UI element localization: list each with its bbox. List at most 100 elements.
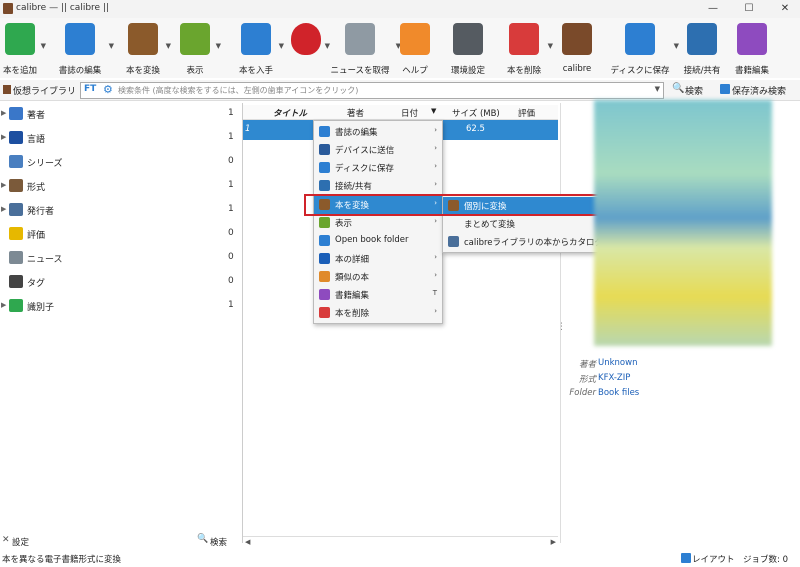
edit-book-icon: [737, 23, 767, 55]
tag-search-icon: 🔍: [197, 534, 209, 544]
toolbar-label: 本を削除: [506, 66, 541, 76]
column-rating[interactable]: 評価: [518, 107, 535, 119]
menu-item-label: Open book folder: [335, 235, 409, 245]
detail-value[interactable]: Unknown: [598, 358, 637, 368]
toolbar-button-0[interactable]: 本を追加 ▼: [0, 20, 46, 76]
toolbar-label: 接続/共有: [683, 66, 721, 76]
bottom-bar: ✕ 設定 🔍 検索 本を異なる電子書籍形式に変換 レイアウト ジョブ数: 0: [0, 532, 800, 567]
menu-item[interactable]: 本を削除 ›: [314, 304, 442, 322]
submenu-arrow: ›: [434, 126, 437, 134]
tag-category[interactable]: 評価 0: [0, 224, 240, 246]
search-history-icon[interactable]: FT: [84, 84, 96, 94]
tag-category-count: 0: [228, 252, 234, 262]
expand-arrow-icon[interactable]: ▶: [1, 133, 6, 141]
chevron-down-icon[interactable]: ▼: [216, 42, 221, 50]
menu-item-icon: [319, 126, 330, 137]
chevron-down-icon[interactable]: ▼: [41, 42, 46, 50]
menu-item[interactable]: 表示 ›: [314, 214, 442, 232]
chevron-down-icon[interactable]: ▼: [548, 42, 553, 50]
expand-arrow-icon[interactable]: ▶: [1, 181, 6, 189]
column-author[interactable]: 著者: [347, 107, 364, 119]
tag-category-icon: [9, 131, 23, 144]
menu-item[interactable]: デバイスに送信 ›: [314, 141, 442, 159]
menu-item-icon: [319, 271, 330, 282]
toolbar-button-8[interactable]: 環境設定: [443, 20, 493, 76]
toolbar-button-3[interactable]: 表示 ▼: [175, 20, 221, 76]
expand-arrow-icon[interactable]: ▶: [1, 301, 6, 309]
menu-item[interactable]: Open book folder: [314, 232, 442, 250]
tag-category[interactable]: ▶ 形式 1: [0, 176, 240, 198]
toolbar-button-1[interactable]: 書誌の編集 ▼: [52, 20, 114, 76]
minimize-button[interactable]: —: [698, 1, 728, 17]
maximize-button[interactable]: ☐: [734, 1, 764, 17]
detail-row: 著者 Unknown: [552, 357, 792, 371]
tag-category-count: 1: [228, 108, 234, 118]
gear-icon[interactable]: ⚙: [103, 83, 113, 96]
virtual-library-button[interactable]: 仮想ライブラリ: [13, 84, 76, 97]
toolbar-label: 書誌の編集: [58, 66, 102, 76]
toolbar-button-5[interactable]: ▼: [288, 20, 330, 76]
toolbar-button-13[interactable]: 書籍編集: [728, 20, 776, 76]
book-cover[interactable]: [594, 100, 772, 346]
tag-search-button[interactable]: 検索: [210, 536, 227, 548]
detail-row: Folder Book files: [552, 387, 792, 401]
layout-button[interactable]: レイアウト: [692, 553, 735, 565]
menu-item-label: 表示: [335, 219, 353, 229]
detail-key: Folder: [569, 388, 596, 398]
search-input[interactable]: FT ⚙ 検索条件 (高度な検索をするには、左側の歯車アイコンをクリック) ▼: [80, 82, 664, 99]
lifebuoy-icon: [400, 23, 430, 55]
menu-item[interactable]: ディスクに保存 ›: [314, 159, 442, 177]
tag-category[interactable]: ニュース 0: [0, 248, 240, 270]
menu-item[interactable]: 接続/共有 ›: [314, 177, 442, 195]
close-button[interactable]: ✕: [770, 1, 800, 17]
menu-item[interactable]: 書籍編集 T: [314, 286, 442, 304]
tag-category[interactable]: ▶ 著者 1: [0, 104, 240, 126]
chevron-down-icon[interactable]: ▼: [166, 42, 171, 50]
submenu-arrow: ›: [434, 307, 437, 315]
toolbar-button-7[interactable]: ヘルプ: [395, 20, 435, 76]
search-dropdown-icon[interactable]: ▼: [655, 85, 660, 93]
toolbar-button-4[interactable]: 本を入手 ▼: [234, 20, 284, 76]
detail-value[interactable]: Book files: [598, 388, 639, 398]
row-size: 62.5: [466, 124, 485, 134]
saved-search-button[interactable]: 保存済み検索: [732, 84, 786, 97]
tag-category-icon: [9, 179, 23, 192]
settings-icon: ✕: [2, 535, 10, 545]
toolbar-button-6[interactable]: ニュースを取得 ▼: [325, 20, 401, 76]
tag-category[interactable]: ▶ 言語 1: [0, 128, 240, 150]
tag-category-count: 0: [228, 228, 234, 238]
menu-item-icon: [319, 235, 330, 246]
toolbar-button-12[interactable]: 接続/共有: [676, 20, 728, 76]
tag-category-icon: [9, 275, 23, 288]
toolbar-button-2[interactable]: 本を変換 ▼: [121, 20, 171, 76]
tag-category[interactable]: ▶ 識別子 1: [0, 296, 240, 318]
tag-category-icon: [9, 227, 23, 240]
chevron-down-icon[interactable]: ▼: [279, 42, 284, 50]
submenu-arrow: ›: [434, 144, 437, 152]
tag-category[interactable]: シリーズ 0: [0, 152, 240, 174]
detail-value[interactable]: KFX-ZIP: [598, 373, 630, 383]
column-title[interactable]: タイトル: [273, 107, 307, 119]
search-icon: 🔍: [672, 83, 685, 94]
search-button[interactable]: 検索: [685, 84, 703, 97]
menu-item[interactable]: 書誌の編集 ›: [314, 123, 442, 141]
column-size[interactable]: サイズ (MB): [452, 107, 500, 119]
tag-category[interactable]: ▶ 発行者 1: [0, 200, 240, 222]
tag-category[interactable]: タグ 0: [0, 272, 240, 294]
tag-category-count: 1: [228, 300, 234, 310]
menu-item[interactable]: 本の詳細 ›: [314, 250, 442, 268]
expand-arrow-icon[interactable]: ▶: [1, 109, 6, 117]
tag-category-count: 1: [228, 204, 234, 214]
toolbar-label: calibre: [562, 64, 592, 74]
tag-category-name: 識別子: [27, 303, 55, 313]
jobs-count[interactable]: ジョブ数: 0: [743, 553, 788, 565]
toolbar-button-10[interactable]: calibre: [559, 20, 595, 76]
settings-button[interactable]: 設定: [12, 536, 29, 548]
menu-item[interactable]: 類似の本 ›: [314, 268, 442, 286]
expand-arrow-icon[interactable]: ▶: [1, 205, 6, 213]
column-date[interactable]: 日付: [401, 107, 418, 119]
splitter-right[interactable]: ⋮: [557, 322, 566, 332]
toolbar-button-9[interactable]: 本を削除 ▼: [501, 20, 553, 76]
toolbar-button-11[interactable]: ディスクに保存 ▼: [607, 20, 679, 76]
chevron-down-icon[interactable]: ▼: [109, 42, 114, 50]
